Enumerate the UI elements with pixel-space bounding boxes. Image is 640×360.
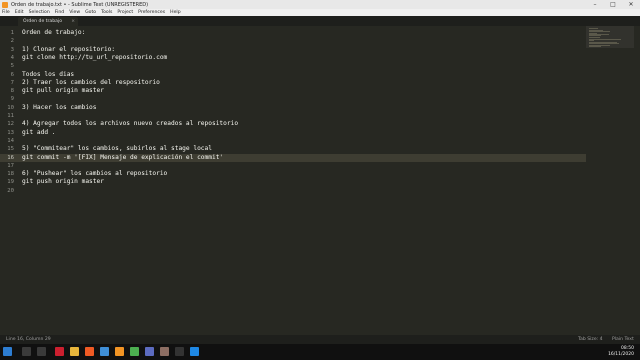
code-line[interactable]: git clone http://tu_url_repositorio.com: [22, 54, 167, 62]
tab-orden-de-trabajo[interactable]: Orden de trabajo ×: [18, 17, 78, 26]
code-line[interactable]: 5) "Commitear" los cambios, subirlos al …: [22, 145, 212, 153]
code-line[interactable]: 3) Hacer los cambios: [22, 104, 97, 112]
minimap-line: [589, 28, 599, 29]
line-number: 16: [7, 154, 14, 161]
clock-date: 16/11/2020: [608, 352, 634, 357]
folder-icon[interactable]: [70, 347, 79, 356]
code-area[interactable]: Orden de trabajo: 1) Clonar el repositori…: [22, 26, 582, 335]
line-number: 12: [7, 121, 14, 128]
code-line[interactable]: Todos los dias: [22, 71, 74, 79]
code-line[interactable]: 4) Agregar todos los archivos nuevo crea…: [22, 120, 238, 128]
menu-goto[interactable]: Goto: [85, 10, 96, 15]
vscode-icon[interactable]: [190, 347, 199, 356]
code-line[interactable]: git pull origin master: [22, 87, 104, 95]
line-number: 14: [7, 137, 14, 144]
line-number: 9: [10, 96, 14, 103]
app-icon[interactable]: [145, 347, 154, 356]
maximize-button[interactable]: □: [604, 0, 622, 9]
line-number: 18: [7, 171, 14, 178]
line-number: 15: [7, 146, 14, 153]
title-bar: Orden de trabajo.txt • - Sublime Text (U…: [0, 0, 640, 9]
menu-view[interactable]: View: [69, 10, 80, 15]
menu-preferences[interactable]: Preferences: [138, 10, 165, 15]
menu-selection[interactable]: Selection: [29, 10, 50, 15]
line-number: 17: [7, 162, 14, 169]
minimap-line: [589, 40, 594, 41]
opera-icon[interactable]: [55, 347, 64, 356]
line-number: 2: [10, 38, 14, 45]
editor-pane[interactable]: 1 2 3 4 5 6 7 8 9 10 11 12 13 14 15 16 17 18 19 20 Orden de…: [0, 26, 640, 335]
minimap-line: [589, 37, 600, 38]
menu-edit[interactable]: Edit: [15, 10, 24, 15]
tab-size-indicator[interactable]: Tab Size: 4: [578, 337, 603, 342]
terminal-icon[interactable]: [175, 347, 184, 356]
code-line[interactable]: git commit -m '[FIX] Mensaje de explicac…: [22, 154, 223, 162]
status-bar: Line 16, Column 29 Tab Size: 4 Plain Tex…: [0, 335, 640, 344]
vertical-scrollbar[interactable]: [634, 26, 640, 335]
line-number: 6: [10, 71, 14, 78]
app-icon-2[interactable]: [160, 347, 169, 356]
tab-label: Orden de trabajo: [23, 19, 63, 24]
menu-help[interactable]: Help: [170, 10, 180, 15]
line-number: 20: [7, 187, 14, 194]
line-number: 19: [7, 179, 14, 186]
line-number: 13: [7, 129, 14, 136]
task-view-icon[interactable]: [37, 347, 46, 356]
line-number: 5: [10, 63, 14, 70]
line-number: 1: [10, 30, 14, 36]
code-line[interactable]: git push origin master: [22, 178, 104, 186]
cursor-position: Line 16, Column 29: [6, 337, 51, 342]
menu-find[interactable]: Find: [55, 10, 64, 15]
sublime-text-icon[interactable]: [115, 347, 124, 356]
syntax-indicator[interactable]: Plain Text: [612, 337, 634, 342]
line-number: 11: [7, 113, 14, 119]
line-number: 7: [10, 79, 14, 86]
close-button[interactable]: ✕: [622, 0, 640, 9]
line-number: 3: [10, 46, 14, 53]
minimap-line: [589, 46, 602, 47]
minimap[interactable]: [586, 26, 634, 335]
brave-icon[interactable]: [85, 347, 94, 356]
minimap-line: [589, 31, 611, 32]
tab-bar: Orden de trabajo ×: [0, 16, 640, 26]
code-line[interactable]: git add .: [22, 129, 56, 137]
windows-start-icon[interactable]: [3, 347, 12, 356]
code-line[interactable]: 6) "Pushear" los cambios al repositorio: [22, 170, 167, 178]
window-title: Orden de trabajo.txt • - Sublime Text (U…: [11, 1, 149, 8]
files-icon[interactable]: [100, 347, 109, 356]
code-line[interactable]: Orden de trabajo:: [22, 29, 85, 37]
menu-bar: File Edit Selection Find View Goto Tools…: [0, 9, 640, 16]
line-number: 4: [10, 54, 14, 61]
taskbar-clock[interactable]: 08:50 16/11/2020: [608, 346, 634, 358]
line-number: 10: [7, 104, 14, 111]
sublime-text-app-icon: [2, 1, 8, 8]
menu-file[interactable]: File: [2, 10, 10, 15]
search-icon[interactable]: [22, 347, 31, 356]
minimize-button[interactable]: –: [586, 0, 604, 9]
minimap-line: [589, 43, 619, 44]
minimap-line: [589, 35, 602, 36]
tab-close-icon[interactable]: ×: [71, 19, 75, 24]
line-number: 8: [10, 88, 14, 95]
menu-project[interactable]: Project: [117, 10, 133, 15]
chrome-icon[interactable]: [130, 347, 139, 356]
line-number-gutter: 1 2 3 4 5 6 7 8 9 10 11 12 13 14 15 16 17 18 19 20: [0, 26, 16, 335]
menu-tools[interactable]: Tools: [101, 10, 112, 15]
taskbar: 08:50 16/11/2020: [0, 344, 640, 360]
code-line[interactable]: 2) Traer los cambios del respositorio: [22, 79, 160, 87]
code-line[interactable]: 1) Clonar el repositorio:: [22, 46, 115, 54]
